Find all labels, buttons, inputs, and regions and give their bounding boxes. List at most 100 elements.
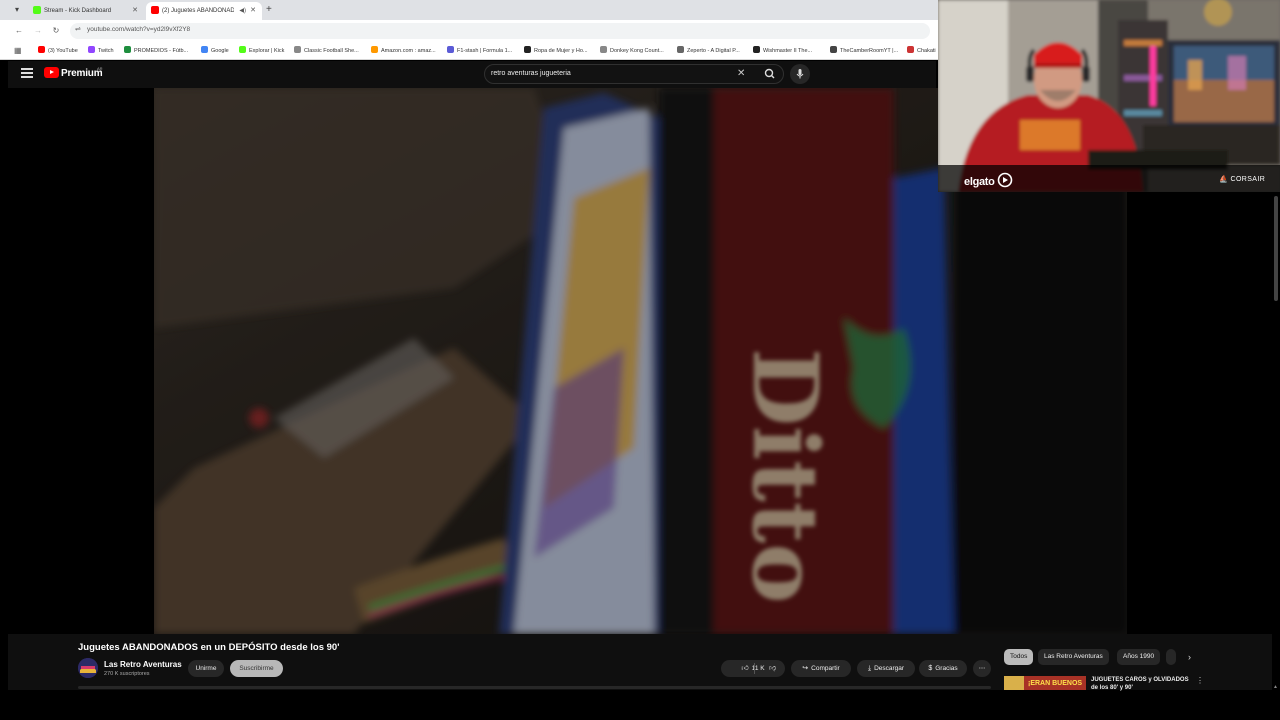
scroll-down-arrow-icon[interactable]: ▲ [1273,684,1278,690]
tab-kick-dashboard[interactable]: Stream - Kick Dashboard ✕ [28,2,144,20]
site-info-icon[interactable]: ⇌ [75,25,81,33]
recommended-thumbnail[interactable]: ¡ERAN BUENOS [1004,676,1086,690]
bookmark-favicon-icon [524,46,531,53]
chip-label: Todos [1010,653,1028,660]
bookmark-favicon-icon [201,46,208,53]
bookmark-ropa[interactable]: Ropa de Mujer y Ho... [524,45,588,57]
bookmark-amazon[interactable]: Amazon.com : amaz... [371,45,436,57]
bookmark-youtube[interactable]: (3) YouTube [38,45,78,57]
bookmark-chakati[interactable]: Chakati [907,45,936,57]
bookmark-favicon-icon [677,46,684,53]
join-button[interactable]: Unirme [188,660,224,677]
tab-search-icon[interactable]: ▾ [10,4,24,16]
bookmark-google[interactable]: Google [201,45,229,57]
browser-toolbar: ← → ↻ ⇌ youtube.com/watch?v=yd2l9vXf2Y8 [0,20,938,42]
back-arrow-icon[interactable]: ← [13,25,25,37]
voice-search-button[interactable] [790,64,810,84]
webcam-overlay: elgato ⛵ CORSAIR [938,0,1280,192]
bookmark-wishmaster[interactable]: Wishmaster II The... [753,45,812,57]
screen: ▾ Stream - Kick Dashboard ✕ (2) Juguetes… [0,0,1280,720]
bookmark-donkey-kong[interactable]: Donkey Kong Count... [600,45,664,57]
forward-arrow-icon[interactable]: → [32,25,44,37]
more-actions-button[interactable]: ⋯ [973,660,991,677]
chip-label: Las Retro Aventuras [1044,653,1103,660]
thanks-label: Gracias [935,665,958,672]
bookmark-label: Google [211,48,229,54]
bookmark-label: Zeperto - A Digital P... [687,48,740,54]
bookmark-favicon-icon [38,46,45,53]
bookmark-label: Wishmaster II The... [763,48,813,54]
more-vertical-icon[interactable]: ⋮ [1196,676,1204,685]
streamer-webcam-image [938,0,1280,192]
bookmark-kick[interactable]: Explorar | Kick [239,45,284,57]
thumbs-down-icon[interactable]: 👎︎ [769,663,776,672]
chip-todos[interactable]: Todos [1004,649,1034,665]
thanks-button[interactable]: $ Gracias [919,660,967,677]
share-arrow-icon: ↪ [802,665,809,672]
url-text[interactable]: youtube.com/watch?v=yd2l9vXf2Y8 [87,26,190,33]
channel-avatar[interactable] [78,658,98,678]
bookmark-f1-stash[interactable]: F1-stash | Formula 1... [447,45,512,57]
video-info: Juguetes ABANDONADOS en un DEPÓSITO desd… [8,634,1272,692]
microphone-icon [796,69,804,79]
browser-chrome: ▾ Stream - Kick Dashboard ✕ (2) Juguetes… [0,0,938,60]
youtube-logo-icon[interactable] [44,67,59,78]
bookmark-label: Chakati [917,48,936,54]
thumbs-up-icon: 👍︎ [741,665,749,672]
apps-grid-icon[interactable]: ▦ [14,45,22,57]
share-button[interactable]: ↪ Compartir [791,660,851,677]
elgato-label: elgato [964,176,995,188]
bookmark-twitch[interactable]: Twitch [88,45,114,57]
bookmark-favicon-icon [88,46,95,53]
bookmark-favicon-icon [294,46,301,53]
join-label: Unirme [195,665,217,672]
bookmark-classic-football[interactable]: Classic Football She... [294,45,359,57]
search-box[interactable]: retro aventuras jugueteria ✕ [484,64,784,84]
recommended-thumbnail-image: ¡ERAN BUENOS [1004,676,1086,690]
like-divider [754,663,755,674]
scrollbar-thumb[interactable] [1274,196,1278,301]
new-tab-plus-icon[interactable]: + [266,3,272,17]
bookmark-favicon-icon [600,46,607,53]
bookmarks-bar: ▦ (3) YouTube Twitch PROMEDIOS - Fútb...… [0,42,938,60]
channel-avatar-icon [78,658,98,678]
download-button[interactable]: ⤓ Descargar [857,660,915,677]
tab-close-icon[interactable]: ✕ [132,3,138,19]
corsair-sails-icon: ⛵ [1219,176,1229,183]
bookmark-label: Classic Football She... [304,48,359,54]
chevron-right-icon[interactable]: › [1188,652,1191,662]
page-scrollbar[interactable] [1272,194,1280,688]
super-thanks-icon: $ [928,665,933,672]
bookmark-label: Explorar | Kick [249,48,285,54]
chip-more[interactable] [1166,649,1176,665]
tab-label: (2) Juguetes ABANDONAD [162,8,234,14]
clear-search-icon[interactable]: ✕ [737,68,745,80]
description-box-edge [78,686,991,689]
bookmark-label: TheCamberRoomYT |... [840,48,899,54]
reload-icon[interactable]: ↻ [50,25,62,37]
subscribe-button[interactable]: Suscribirme [230,660,283,677]
kick-favicon-icon [33,6,41,14]
bookmark-label: F1-stash | Formula 1... [457,48,513,54]
tab-close-icon[interactable]: ✕ [250,3,256,19]
download-icon: ⤓ [867,665,872,672]
bookmark-favicon-icon [907,46,914,53]
youtube-favicon-icon [151,6,159,14]
channel-name[interactable]: Las Retro Aventuras [104,660,182,669]
recommended-title[interactable]: JUGUETES CAROS y OLVIDADOS de los 80' y … [1091,676,1191,692]
bookmark-promedios[interactable]: PROMEDIOS - Fútb... [124,45,188,57]
tab-youtube-video[interactable]: (2) Juguetes ABANDONAD ◀) ✕ [146,2,262,20]
bookmark-thecamberroom[interactable]: TheCamberRoomYT |... [830,45,898,57]
speaker-icon[interactable]: ◀) [239,3,246,19]
search-input[interactable]: retro aventuras jugueteria [491,70,571,77]
chip-decade[interactable]: Años 1990 [1117,649,1161,665]
search-icon[interactable] [760,68,780,80]
bookmark-favicon-icon [371,46,378,53]
address-bar[interactable]: ⇌ youtube.com/watch?v=yd2l9vXf2Y8 [70,23,930,39]
bookmark-zeperto[interactable]: Zeperto - A Digital P... [677,45,740,57]
share-label: Compartir [811,665,840,672]
corsair-logo: ⛵ CORSAIR [1219,175,1265,183]
chip-channel[interactable]: Las Retro Aventuras [1038,649,1109,665]
menu-icon[interactable] [21,68,33,78]
bookmark-label: PROMEDIOS - Fútb... [134,48,189,54]
